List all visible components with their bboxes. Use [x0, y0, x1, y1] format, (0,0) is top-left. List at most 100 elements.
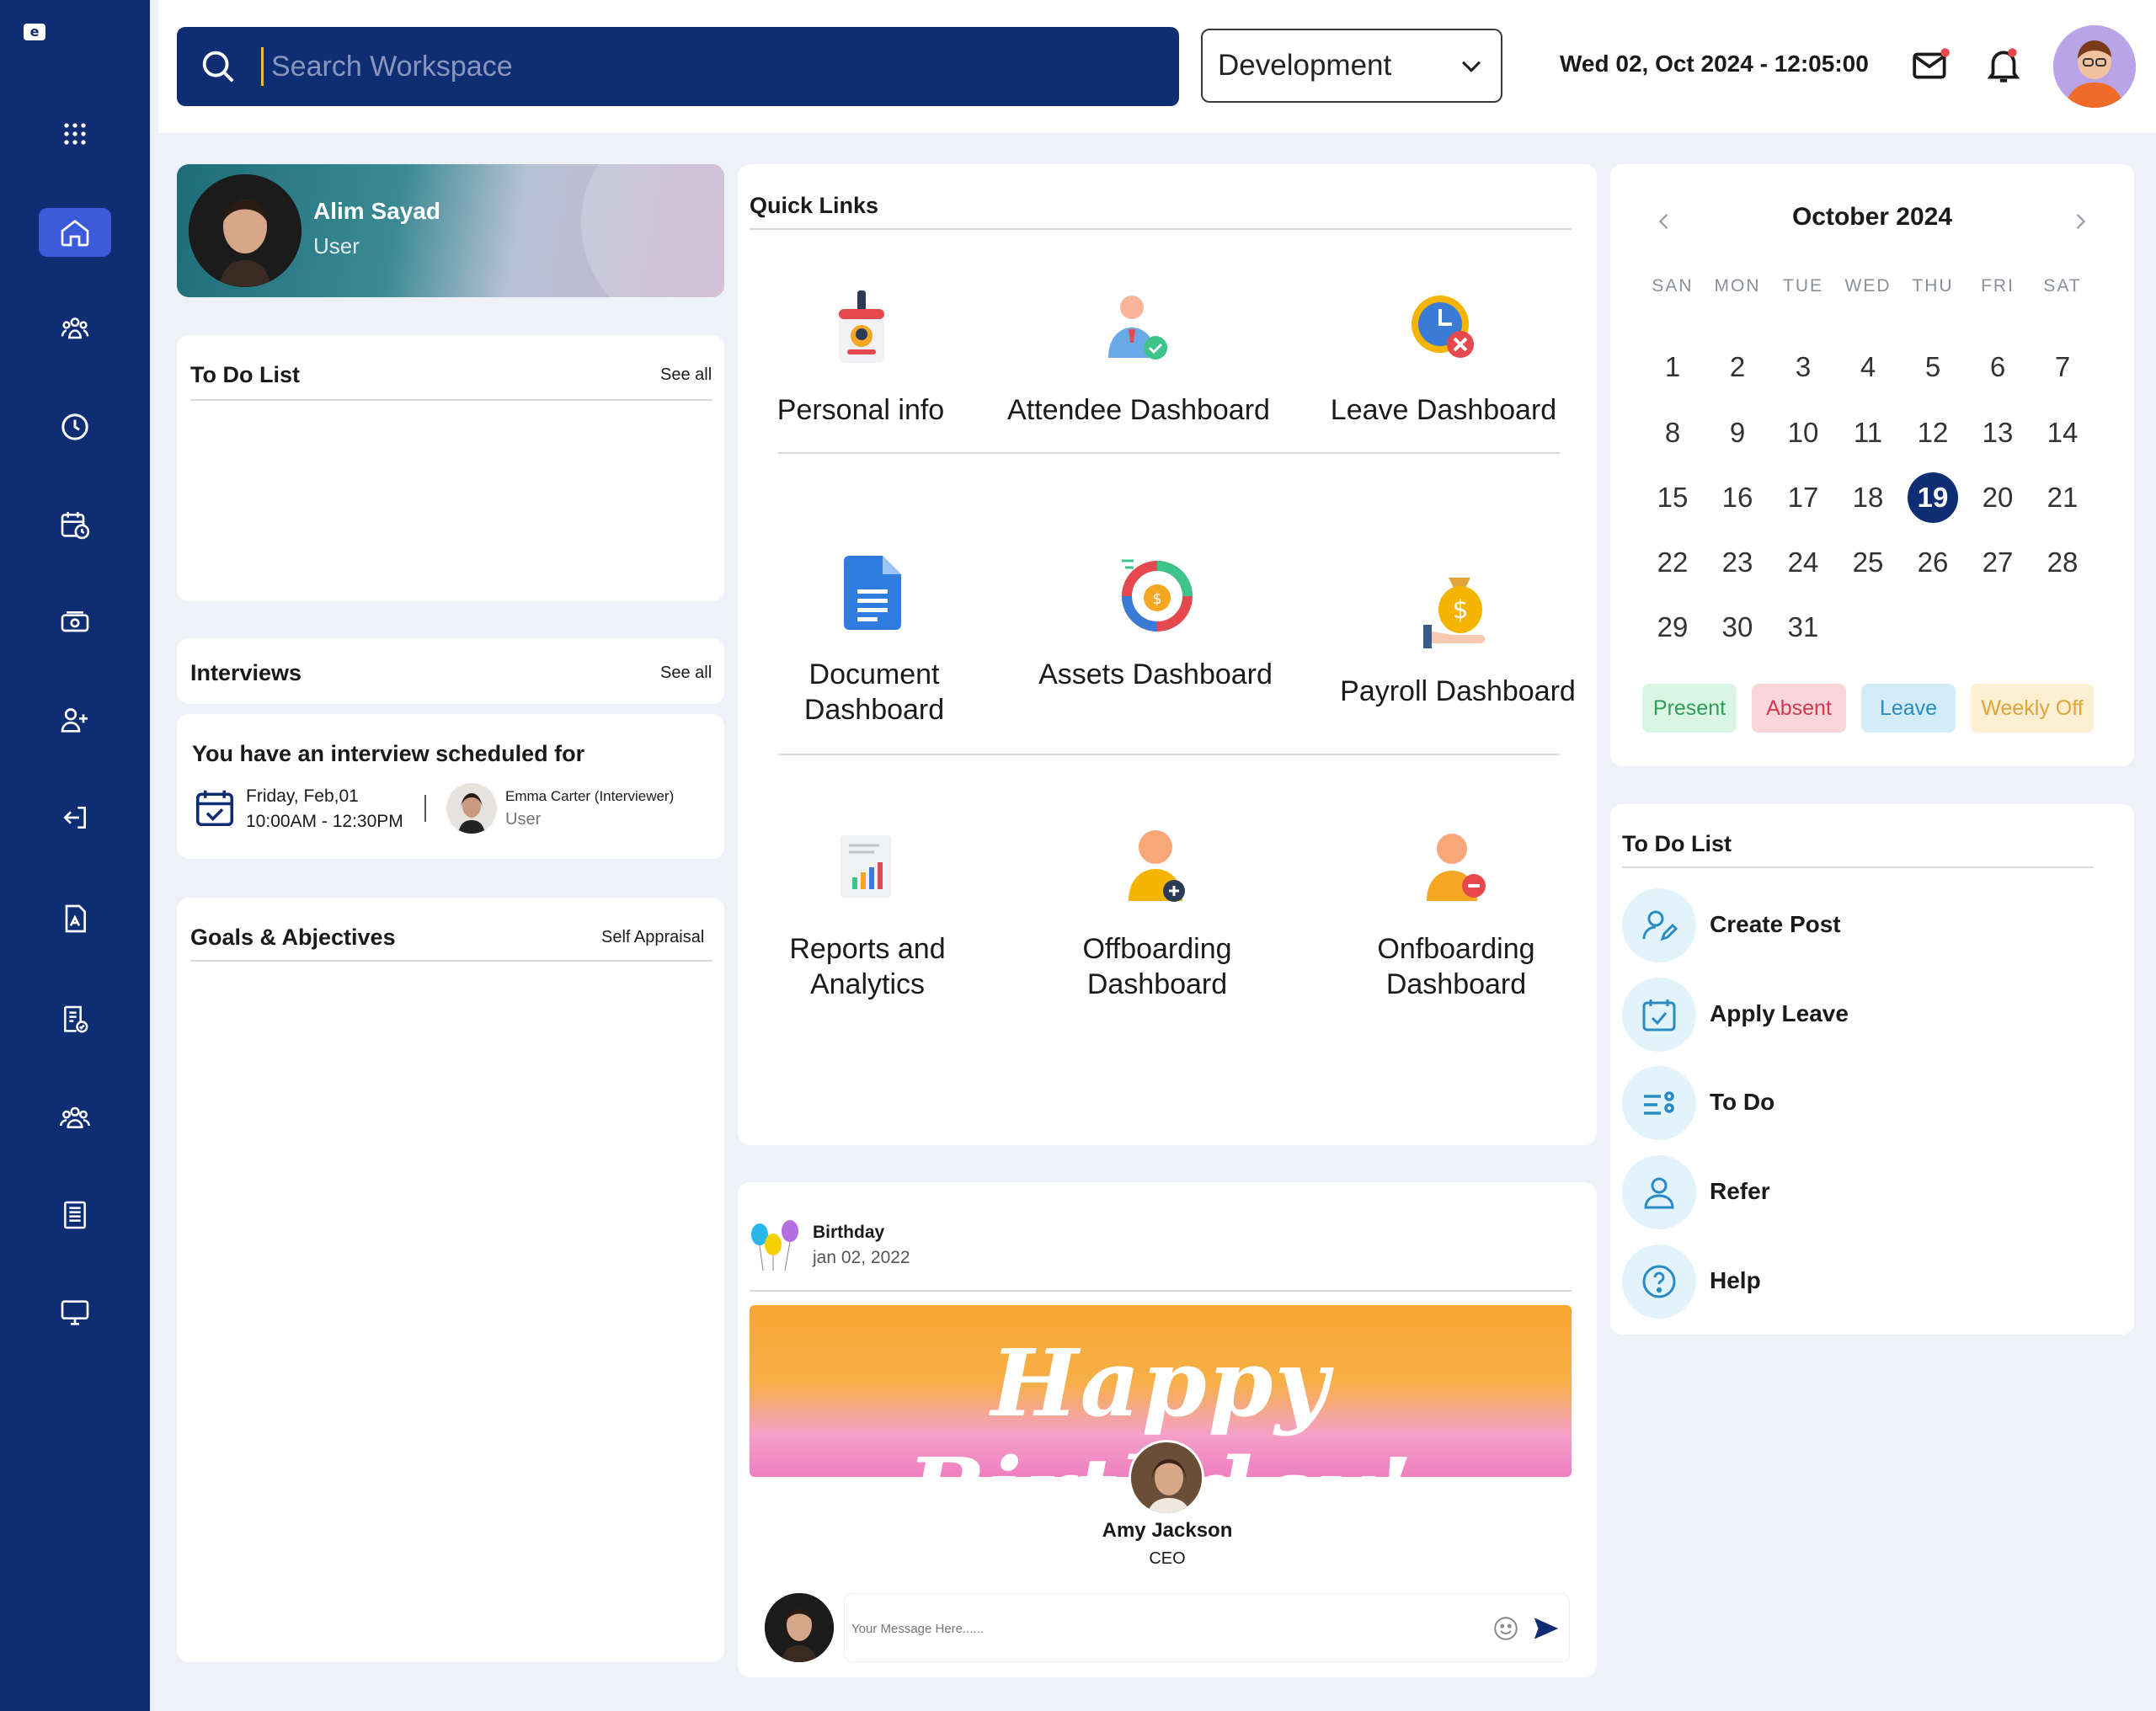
self-appraisal-link[interactable]: Self Appraisal	[601, 928, 704, 947]
user-avatar[interactable]	[2053, 25, 2136, 108]
todo-apply-leave[interactable]: Apply Leave	[1710, 1000, 1849, 1027]
add-user-icon[interactable]	[39, 696, 111, 744]
svg-text:$: $	[1152, 590, 1161, 608]
calendar-day[interactable]: 20	[1972, 472, 2023, 523]
calendar-day[interactable]: 15	[1647, 472, 1698, 523]
apply-leave-icon[interactable]	[1622, 978, 1696, 1052]
calendar-day[interactable]: 18	[1843, 472, 1893, 523]
calendar-day[interactable]: 9	[1712, 408, 1763, 458]
calendar-day[interactable]: 14	[2037, 408, 2088, 458]
quick-link-offboarding-dashboard[interactable]: Offboarding Dashboard	[1044, 931, 1270, 1002]
legend-weekly-off: Weekly Off	[1971, 684, 2094, 733]
calendar-day[interactable]: 17	[1778, 472, 1828, 523]
calendar-day[interactable]: 1	[1647, 342, 1698, 392]
todo-icon[interactable]	[1622, 1066, 1696, 1140]
payroll-icon[interactable]	[39, 598, 111, 647]
todo-refer[interactable]: Refer	[1710, 1178, 1770, 1205]
quick-link-leave-dashboard[interactable]: Leave Dashboard	[1317, 392, 1570, 428]
calendar-day[interactable]: 24	[1778, 537, 1828, 588]
search-bar[interactable]	[177, 27, 1179, 106]
id-badge-icon	[839, 290, 884, 363]
emoji-icon[interactable]	[1492, 1614, 1520, 1643]
interview-item[interactable]: You have an interview scheduled for Frid…	[177, 714, 724, 859]
todo-left-see-all[interactable]: See all	[660, 365, 712, 385]
mail-icon[interactable]	[1910, 44, 1952, 86]
department-value: Development	[1218, 49, 1392, 82]
calendar-day[interactable]: 5	[1908, 342, 1958, 392]
calendar-day[interactable]: 8	[1647, 408, 1698, 458]
quick-link-personal-info[interactable]: Personal info	[753, 392, 969, 428]
create-post-icon[interactable]	[1622, 888, 1696, 962]
calendar-day[interactable]: 31	[1778, 602, 1828, 653]
chevron-right-icon[interactable]	[2068, 210, 2092, 233]
calendar-day[interactable]: 30	[1712, 602, 1763, 653]
calendar-day[interactable]: 4	[1843, 342, 1893, 392]
legend-present: Present	[1642, 684, 1737, 733]
quick-link-payroll-dashboard[interactable]: Payroll Dashboard	[1331, 674, 1585, 709]
calendar-day[interactable]: 13	[1972, 408, 2023, 458]
help-icon[interactable]	[1622, 1245, 1696, 1319]
logout-icon[interactable]	[39, 793, 111, 842]
report-icon[interactable]	[39, 1191, 111, 1239]
calendar-day[interactable]: 26	[1908, 537, 1958, 588]
message-box[interactable]	[844, 1593, 1570, 1662]
checklist-icon[interactable]	[39, 995, 111, 1044]
legend-leave: Leave	[1861, 684, 1956, 733]
calendar-day[interactable]: 10	[1778, 408, 1828, 458]
calendar-day[interactable]: 12	[1908, 408, 1958, 458]
divider	[778, 754, 1560, 755]
todo-help[interactable]: Help	[1710, 1267, 1761, 1294]
calendar-day[interactable]: 11	[1843, 408, 1893, 458]
onboarding-user-icon	[1427, 834, 1486, 901]
document-icon[interactable]	[39, 894, 111, 943]
send-icon[interactable]	[1530, 1612, 1562, 1644]
calendar-day[interactable]: 28	[2037, 537, 2088, 588]
group-icon[interactable]	[39, 1093, 111, 1142]
calendar-day[interactable]: 7	[2037, 342, 2088, 392]
home-icon[interactable]	[39, 208, 111, 257]
balloons-icon	[751, 1220, 798, 1271]
quick-link-reports-analytics[interactable]: Reports and Analytics	[753, 931, 982, 1002]
calendar-weekday: WED	[1844, 276, 1892, 296]
clock-icon[interactable]	[39, 402, 111, 451]
birthday-card: Birthday jan 02, 2022 Happy Birthday! Am…	[738, 1182, 1597, 1677]
calendar-clock-icon[interactable]	[39, 500, 111, 549]
apps-grid-icon[interactable]	[39, 109, 111, 158]
monitor-icon[interactable]	[39, 1288, 111, 1337]
refer-icon[interactable]	[1622, 1155, 1696, 1229]
bell-icon[interactable]	[1983, 44, 2025, 86]
interviews-see-all[interactable]: See all	[660, 664, 712, 683]
team-icon[interactable]	[39, 305, 111, 354]
sidebar: e	[0, 0, 150, 1711]
todo-create-post[interactable]: Create Post	[1710, 911, 1841, 938]
search-icon	[202, 51, 234, 83]
calendar-day[interactable]: 6	[1972, 342, 2023, 392]
profile-card[interactable]: Alim Sayad User	[177, 164, 724, 297]
calendar-day-today[interactable]: 19	[1908, 472, 1958, 523]
app-logo[interactable]: e	[24, 24, 45, 40]
calendar-month: October 2024	[1791, 203, 1953, 231]
birthday-person-role: CEO	[1149, 1549, 1186, 1568]
calendar-day[interactable]: 21	[2037, 472, 2088, 523]
calendar-weekday: SAN	[1652, 276, 1694, 296]
quick-links-title: Quick Links	[750, 193, 879, 218]
legend-absent: Absent	[1752, 684, 1846, 733]
calendar-weekday: TUE	[1783, 276, 1823, 296]
calendar-day[interactable]: 2	[1712, 342, 1763, 392]
calendar-day[interactable]: 25	[1843, 537, 1893, 588]
calendar-day[interactable]: 27	[1972, 537, 2023, 588]
todo-to-do[interactable]: To Do	[1710, 1089, 1774, 1116]
quick-link-attendee-dashboard[interactable]: Attendee Dashboard	[990, 392, 1287, 428]
profile-name: Alim Sayad	[313, 198, 440, 224]
quick-link-assets-dashboard[interactable]: Assets Dashboard	[1034, 657, 1277, 692]
calendar-day[interactable]: 3	[1778, 342, 1828, 392]
department-select[interactable]: Development	[1201, 29, 1502, 103]
calendar-day[interactable]: 23	[1712, 537, 1763, 588]
message-input[interactable]	[851, 1614, 1441, 1643]
calendar-day[interactable]: 22	[1647, 537, 1698, 588]
quick-link-document-dashboard[interactable]: Document Dashboard	[753, 657, 995, 728]
search-input[interactable]	[271, 44, 1147, 89]
quick-link-onboarding-dashboard[interactable]: Onfboarding Dashboard	[1334, 931, 1578, 1002]
calendar-day[interactable]: 16	[1712, 472, 1763, 523]
calendar-day[interactable]: 29	[1647, 602, 1698, 653]
